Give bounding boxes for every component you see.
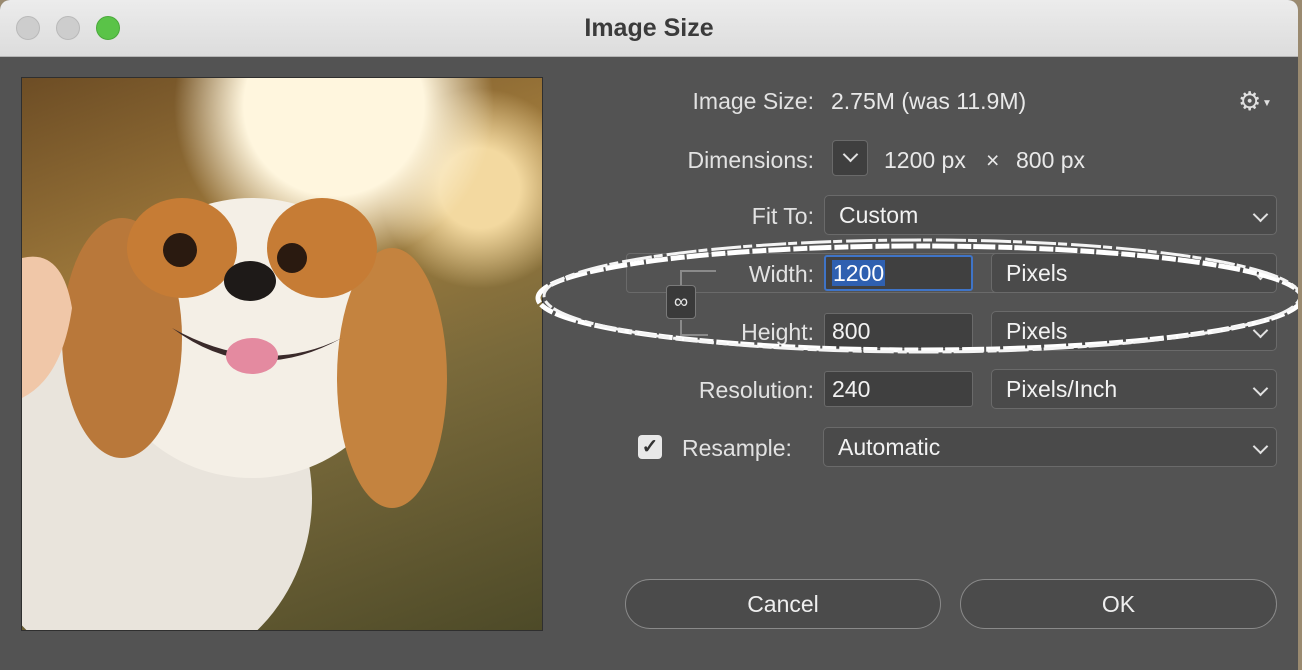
image-size-label: Image Size: xyxy=(692,88,814,114)
width-unit-select[interactable]: Pixels xyxy=(991,253,1277,293)
chevron-down-icon xyxy=(1252,380,1269,397)
image-size-value: 2.75M (was 11.9M) xyxy=(831,88,1027,114)
chevron-down-icon xyxy=(1252,206,1269,223)
chevron-down-icon xyxy=(1252,264,1269,281)
resample-value: Automatic xyxy=(838,434,941,460)
resample-checkbox[interactable]: ✓ xyxy=(638,435,662,459)
chain-link-icon[interactable]: ∞ xyxy=(666,285,696,319)
chevron-down-icon xyxy=(842,146,859,163)
fit-to-label: Fit To: xyxy=(751,203,814,229)
ok-button[interactable]: OK xyxy=(960,579,1277,629)
resample-label: Resample: xyxy=(682,435,792,461)
dog-photo-preview xyxy=(22,198,447,630)
chevron-down-icon: ▼ xyxy=(1262,98,1272,109)
chevron-down-icon xyxy=(1252,438,1269,455)
height-unit-value: Pixels xyxy=(1006,318,1068,344)
fit-to-value: Custom xyxy=(839,202,919,228)
image-size-dialog: Image Size Image Size: 2.75M (was 11.9M)… xyxy=(0,0,1298,670)
window-title: Image Size xyxy=(584,14,714,42)
height-input[interactable]: 800 xyxy=(824,313,973,349)
resolution-input-value: 240 xyxy=(832,376,871,402)
gear-icon[interactable]: ⚙ xyxy=(1238,86,1261,117)
image-preview[interactable] xyxy=(21,77,543,631)
width-input-value: 1200 xyxy=(832,260,886,286)
link-bracket-top xyxy=(680,270,716,286)
width-unit-value: Pixels xyxy=(1006,260,1068,286)
dimensions-label: Dimensions: xyxy=(687,147,814,173)
dimensions-height: 800 px xyxy=(1016,147,1086,173)
fit-to-select[interactable]: Custom xyxy=(824,195,1277,235)
height-label: Height: xyxy=(741,319,814,345)
width-input[interactable]: 1200 xyxy=(824,255,973,291)
resolution-input[interactable]: 240 xyxy=(824,371,973,407)
cancel-button[interactable]: Cancel xyxy=(625,579,941,629)
dimensions-width: 1200 px xyxy=(884,147,966,173)
dimensions-unit-dropdown[interactable] xyxy=(832,140,868,176)
height-input-value: 800 xyxy=(832,318,871,344)
title-bar: Image Size xyxy=(0,0,1298,57)
dimensions-times: × xyxy=(986,147,1000,173)
resample-select[interactable]: Automatic xyxy=(823,427,1277,467)
resolution-unit-select[interactable]: Pixels/Inch xyxy=(991,369,1277,409)
checkmark-icon: ✓ xyxy=(641,436,659,458)
resolution-label: Resolution: xyxy=(698,377,814,403)
height-unit-select[interactable]: Pixels xyxy=(991,311,1277,351)
chevron-down-icon xyxy=(1252,322,1269,339)
resolution-unit-value: Pixels/Inch xyxy=(1006,376,1118,402)
